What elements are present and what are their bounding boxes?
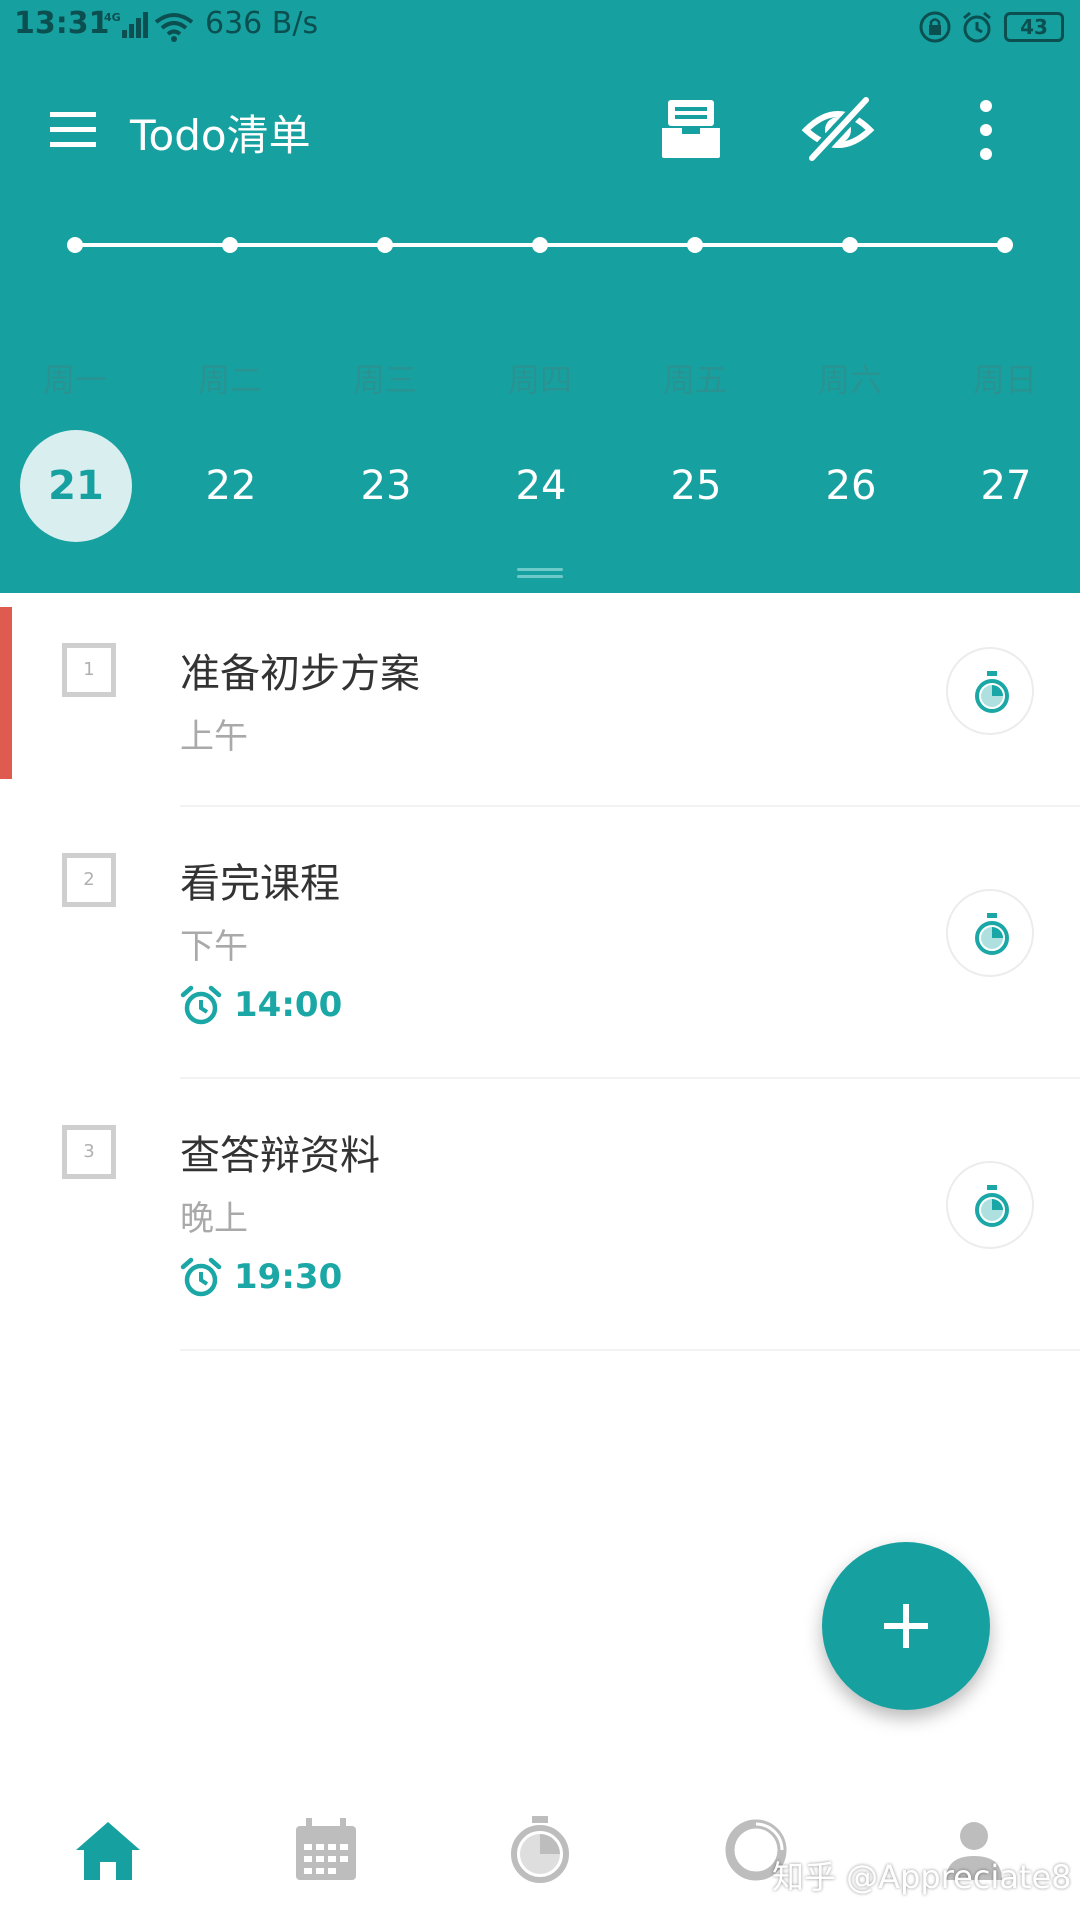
stopwatch-icon <box>975 913 1009 955</box>
date-cell[interactable]: 26 <box>795 430 907 542</box>
alarm-icon <box>180 985 222 1025</box>
date-cell[interactable]: 22 <box>175 430 287 542</box>
start-timer-button[interactable] <box>946 1161 1034 1249</box>
drag-handle-line <box>517 568 563 571</box>
task-checkbox[interactable]: 2 <box>62 853 116 907</box>
task-period: 晚上 <box>180 1199 248 1239</box>
wifi-icon <box>154 13 194 42</box>
network-type: 4G <box>104 11 121 24</box>
nav-timer[interactable] <box>500 1810 580 1890</box>
timeline-dot <box>687 237 703 253</box>
task-period: 下午 <box>180 927 248 967</box>
task-item[interactable]: 1 准备初步方案 上午 <box>0 593 1080 803</box>
task-item[interactable]: 3 查答辩资料 晚上 19:30 <box>0 1079 1080 1349</box>
task-divider <box>180 1349 1080 1351</box>
app-title: Todo清单 <box>130 111 311 160</box>
drag-handle-line <box>517 575 563 578</box>
date-row: 21 22 23 24 25 26 27 <box>0 430 1080 542</box>
network-speed: 636 B/s <box>205 6 319 41</box>
weekday-label: 周一 <box>42 361 107 399</box>
weekday-label: 周六 <box>817 361 882 399</box>
weekday-label: 周五 <box>662 361 727 399</box>
status-bar: 13:31 4G 636 B/s 43 <box>0 0 1080 55</box>
reminder-time: 19:30 <box>234 1257 343 1297</box>
toolbar: Todo清单 <box>0 90 1080 170</box>
task-item[interactable]: 2 看完课程 下午 14:00 <box>0 807 1080 1077</box>
priority-marker <box>0 607 12 779</box>
timer-icon <box>511 1816 569 1883</box>
stopwatch-icon <box>975 671 1009 713</box>
drag-handle[interactable] <box>517 568 563 578</box>
timeline-dot <box>377 237 393 253</box>
watermark: 知乎 @Appreciate8 <box>772 1858 1072 1896</box>
task-checkbox[interactable]: 3 <box>62 1125 116 1179</box>
date-cell[interactable]: 24 <box>485 430 597 542</box>
date-cell[interactable]: 23 <box>330 430 442 542</box>
task-title: 准备初步方案 <box>180 651 420 697</box>
weekday-label: 周日 <box>972 361 1037 399</box>
plus-icon <box>884 1604 928 1648</box>
weekday-label: 周二 <box>197 361 262 399</box>
calendar-icon <box>296 1818 356 1880</box>
menu-icon[interactable] <box>50 108 98 152</box>
date-cell[interactable]: 25 <box>640 430 752 542</box>
home-icon <box>76 1822 140 1880</box>
cellular-signal-icon: 4G <box>104 11 148 38</box>
timeline-dot <box>532 237 548 253</box>
status-time: 13:31 <box>14 6 110 41</box>
nav-home[interactable] <box>68 1810 148 1890</box>
lock-icon <box>919 11 951 43</box>
reminder-time: 14:00 <box>234 985 343 1025</box>
task-period: 上午 <box>180 717 248 757</box>
task-title: 查答辩资料 <box>180 1133 380 1179</box>
timeline-dot <box>67 237 83 253</box>
alarm-icon <box>180 1257 222 1297</box>
more-vert-icon[interactable] <box>972 96 1000 164</box>
week-progress-line <box>67 237 1013 253</box>
start-timer-button[interactable] <box>946 647 1034 735</box>
weekday-label: 周三 <box>352 361 417 399</box>
timeline-dot <box>997 237 1013 253</box>
weekday-label: 周四 <box>507 361 572 399</box>
timeline-dot <box>222 237 238 253</box>
date-cell-selected[interactable]: 21 <box>20 430 132 542</box>
header: 13:31 4G 636 B/s 43 Todo清单 周一 周二 周三 周四 周… <box>0 0 1080 593</box>
start-timer-button[interactable] <box>946 889 1034 977</box>
alarm-status-icon <box>963 11 991 43</box>
nav-calendar[interactable] <box>286 1810 366 1890</box>
date-cell[interactable]: 27 <box>950 430 1062 542</box>
stopwatch-icon <box>975 1185 1009 1227</box>
weekday-row: 周一 周二 周三 周四 周五 周六 周日 <box>0 355 1080 405</box>
inbox-icon[interactable] <box>660 98 722 160</box>
add-task-button[interactable] <box>822 1542 990 1710</box>
timeline-dot <box>842 237 858 253</box>
eye-off-icon[interactable] <box>800 94 876 162</box>
battery-indicator: 43 <box>1004 12 1064 42</box>
task-title: 看完课程 <box>180 861 340 907</box>
task-checkbox[interactable]: 1 <box>62 643 116 697</box>
